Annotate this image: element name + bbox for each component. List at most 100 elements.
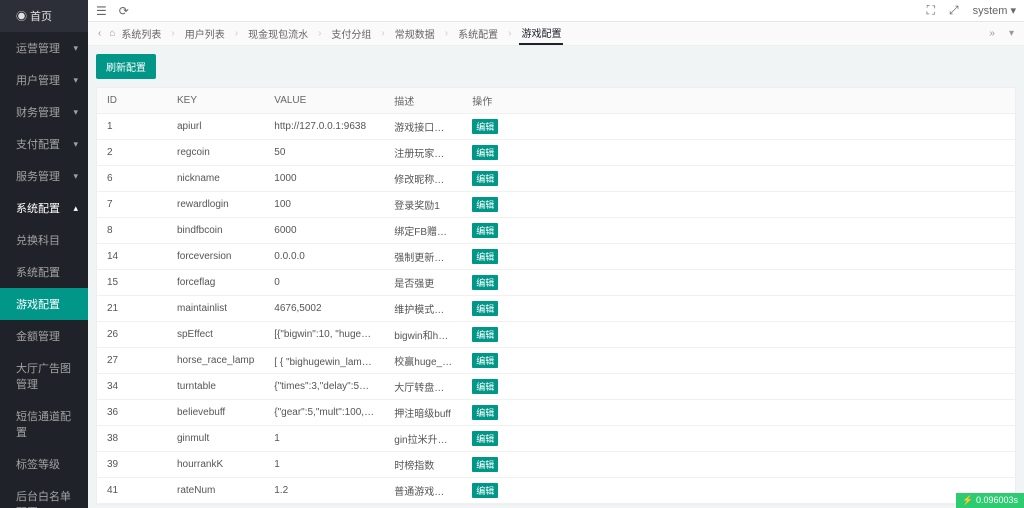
table-cell: 1 [97,114,167,140]
menu-icon[interactable]: ☰ [96,4,107,18]
table-cell-op: 编辑 [462,348,1015,374]
tab-home-icon[interactable]: ⌂ [105,28,119,39]
table-cell: nickname [167,166,264,192]
tab[interactable]: 游戏配置 [519,22,563,45]
sidebar-item[interactable]: 后台白名单配置 [0,480,88,508]
tab[interactable]: 用户列表 [183,23,227,44]
tab[interactable]: 常规数据 [393,23,437,44]
table-cell: rewardlogin [167,192,264,218]
table-cell: 6000 [264,218,384,244]
sidebar-item[interactable]: 系统配置 [0,256,88,288]
table-cell: 1 [264,426,384,452]
table-cell-op: 编辑 [462,322,1015,348]
edit-button[interactable]: 编辑 [472,275,498,290]
table-cell: rateNum [167,478,264,504]
table-cell-op: 编辑 [462,244,1015,270]
sidebar-item[interactable]: 短信通道配置 [0,400,88,448]
table-header: 描述 [384,88,462,114]
table-cell: 6 [97,166,167,192]
table-cell: 8 [97,218,167,244]
table-cell: 时榜指数 [384,452,462,478]
edit-button[interactable]: 编辑 [472,457,498,472]
table-cell: maintainlist [167,296,264,322]
table-cell: {"gear":5,"mult":100,"buff":1.05} [264,400,384,426]
sidebar-group[interactable]: 用户管理▾ [0,64,88,96]
tab[interactable]: 系统配置 [456,23,500,44]
table-cell-op: 编辑 [462,218,1015,244]
sidebar-item[interactable]: 金额管理 [0,320,88,352]
edit-button[interactable]: 编辑 [472,353,498,368]
tab[interactable]: 系统列表 [119,23,163,44]
edit-button[interactable]: 编辑 [472,223,498,238]
sidebar-group[interactable]: 运营管理▾ [0,32,88,64]
edit-button[interactable]: 编辑 [472,405,498,420]
table-cell: 7 [97,192,167,218]
table-cell: 14 [97,244,167,270]
content: 刷新配置 IDKEYVALUE描述操作 1apiurlhttp://127.0.… [88,46,1024,508]
sidebar-item[interactable]: 标签等级 [0,448,88,480]
table-cell-op: 编辑 [462,478,1015,504]
tabs-bar: ‹ ⌂ 系统列表›用户列表›现金现包流水›支付分组›常规数据›系统配置›游戏配置… [88,22,1024,46]
table-cell: 普通游戏必中 [384,478,462,504]
edit-button[interactable]: 编辑 [472,171,498,186]
expand-icon[interactable]: ⛶ [927,3,935,18]
sidebar-group[interactable]: 系统配置▴ [0,192,88,224]
refresh-config-button[interactable]: 刷新配置 [96,54,156,79]
chevron-up-icon: ▴ [73,203,78,214]
tab[interactable]: 现金现包流水 [246,23,310,44]
sidebar-group[interactable]: 支付配置▾ [0,128,88,160]
edit-button[interactable]: 编辑 [472,145,498,160]
table-cell: 1000 [264,166,384,192]
tab-prev-icon[interactable]: ‹ [94,28,105,39]
edit-button[interactable]: 编辑 [472,197,498,212]
table-cell: forceversion [167,244,264,270]
sidebar-group[interactable]: 服务管理▾ [0,160,88,192]
edit-button[interactable]: 编辑 [472,249,498,264]
table-cell: 修改昵称扣款的金币1 [384,166,462,192]
table-row: 14forceversion0.0.0.0强制更新版本编辑 [97,244,1015,270]
user-menu[interactable]: system ▾ [973,4,1016,17]
table-cell: 是否强更 [384,270,462,296]
table-header: VALUE [264,88,384,114]
chevron-down-icon: ▾ [73,139,78,150]
table-cell: turntable [167,374,264,400]
sidebar-group[interactable]: 财务管理▾ [0,96,88,128]
fullscreen-icon[interactable]: ⤢ [949,3,959,18]
table-cell-op: 编辑 [462,426,1015,452]
table-row: 2regcoin50注册玩家初始金币编辑 [97,140,1015,166]
table-cell: 校赢huge_bigwin跑马灯 [384,348,462,374]
table-cell: 押注暗级buff [384,400,462,426]
chevron-down-icon: ▾ [73,171,78,182]
table-cell-op: 编辑 [462,270,1015,296]
table-row: 34turntable{"times":3,"delay":500,"cfg_1… [97,374,1015,400]
table-cell: bigwin和hugewin的钱数 [384,322,462,348]
main: ☰ ⟳ ⛶ ⤢ system ▾ ‹ ⌂ 系统列表›用户列表›现金现包流水›支付… [88,0,1024,508]
table-row: 36believebuff{"gear":5,"mult":100,"buff"… [97,400,1015,426]
edit-button[interactable]: 编辑 [472,379,498,394]
tab-menu-icon[interactable]: ▾ [1005,28,1018,39]
table-cell: 注册玩家初始金币 [384,140,462,166]
table-cell: gin拉米升级倍数 [384,426,462,452]
table-cell-op: 编辑 [462,166,1015,192]
edit-button[interactable]: 编辑 [472,483,498,498]
config-table: IDKEYVALUE描述操作 1apiurlhttp://127.0.0.1:9… [96,87,1016,505]
table-cell-op: 编辑 [462,374,1015,400]
edit-button[interactable]: 编辑 [472,301,498,316]
tab-more-icon[interactable]: » [985,28,999,39]
table-cell: 0.0.0.0 [264,244,384,270]
table-cell: 绑定FB赠送金币 [384,218,462,244]
tab[interactable]: 支付分组 [329,23,373,44]
table-cell: ginmult [167,426,264,452]
table-row: 8bindfbcoin6000绑定FB赠送金币编辑 [97,218,1015,244]
edit-button[interactable]: 编辑 [472,431,498,446]
edit-button[interactable]: 编辑 [472,119,498,134]
table-row: 1apiurlhttp://127.0.0.1:9638游戏接口地址编辑 [97,114,1015,140]
sidebar-home[interactable]: ◉ 首页 [0,0,88,32]
table-cell: 26 [97,322,167,348]
sidebar-item[interactable]: 兑换科目 [0,224,88,256]
refresh-icon[interactable]: ⟳ [119,4,129,18]
table-cell: forceflag [167,270,264,296]
sidebar-item[interactable]: 游戏配置 [0,288,88,320]
sidebar-item[interactable]: 大厅广告图管理 [0,352,88,400]
edit-button[interactable]: 编辑 [472,327,498,342]
